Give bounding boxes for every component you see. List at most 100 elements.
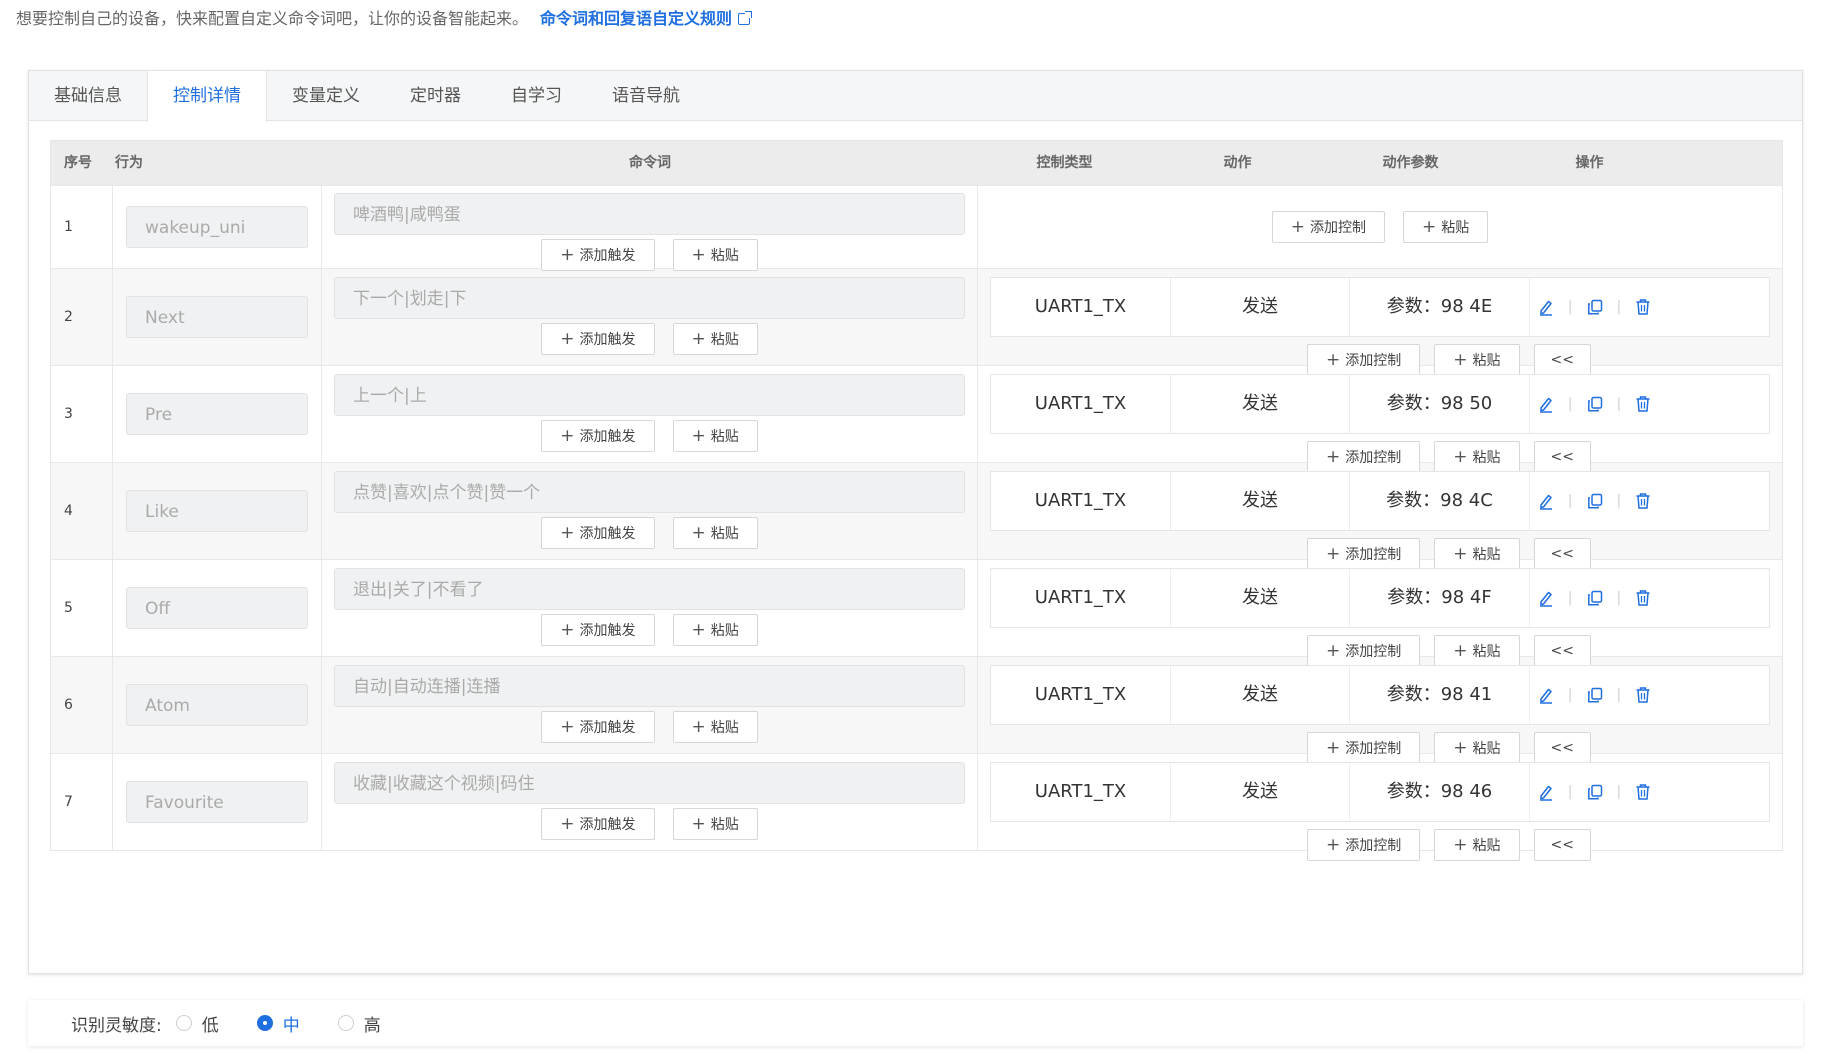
delete-icon[interactable] bbox=[1634, 395, 1652, 413]
edit-icon[interactable] bbox=[1537, 298, 1555, 316]
add-trigger-button-label: 添加触发 bbox=[579, 332, 636, 348]
copy-icon[interactable] bbox=[1586, 492, 1604, 510]
command-input[interactable]: 退出|关了|不看了 bbox=[334, 568, 965, 610]
add-trigger-button[interactable]: + 添加触发 bbox=[541, 420, 655, 452]
copy-icon[interactable] bbox=[1586, 589, 1604, 607]
command-input[interactable]: 点赞|喜欢|点个赞|赞一个 bbox=[334, 471, 965, 513]
collapse-button[interactable]: << bbox=[1533, 829, 1591, 861]
delete-icon[interactable] bbox=[1634, 492, 1652, 510]
table-row: 4 Like 点赞|喜欢|点个赞|赞一个 + 添加触发 + 粘贴 UART1_TX 发送 参数：9… bbox=[51, 462, 1782, 570]
plus-icon: + bbox=[691, 523, 706, 543]
add-control-button[interactable]: + 添加控制 bbox=[1307, 829, 1421, 861]
sensitivity-bar: 识别灵敏度: 低 中 高 bbox=[28, 1000, 1803, 1046]
plus-icon: + bbox=[691, 620, 706, 640]
intro-message: 想要控制自己的设备，快来配置自定义命令词吧，让你的设备智能起来。 bbox=[16, 9, 529, 28]
paste-button-label: 粘贴 bbox=[710, 623, 739, 639]
paste-control-button[interactable]: + 粘贴 bbox=[1434, 829, 1520, 861]
command-cell: 下一个|划走|下 + 添加触发 + 粘贴 bbox=[322, 269, 978, 365]
command-input[interactable]: 下一个|划走|下 bbox=[334, 277, 965, 319]
command-input[interactable]: 啤酒鸭|咸鸭蛋 bbox=[334, 193, 965, 235]
add-control-button[interactable]: + 添加控制 bbox=[1271, 211, 1385, 243]
sensitivity-option-2[interactable]: 高 bbox=[337, 1011, 381, 1036]
rules-link[interactable]: 命令词和回复语自定义规则 bbox=[540, 9, 753, 28]
paste-button[interactable]: + 粘贴 bbox=[672, 517, 758, 549]
add-trigger-button[interactable]: + 添加触发 bbox=[541, 711, 655, 743]
control-cell: UART1_TX 发送 参数：98 50 | | + 添加控制 + 粘贴 << bbox=[978, 366, 1782, 473]
sensitivity-option-label: 中 bbox=[282, 1015, 300, 1036]
add-trigger-button[interactable]: + 添加触发 bbox=[541, 239, 655, 271]
paste-button[interactable]: + 粘贴 bbox=[672, 420, 758, 452]
header-ctrl-type: 控制类型 bbox=[1036, 155, 1093, 171]
paste-button[interactable]: + 粘贴 bbox=[672, 239, 758, 271]
separator: | bbox=[1567, 493, 1573, 509]
tab-bar: 基础信息 控制详情 变量定义 定时器 自学习 语音导航 bbox=[29, 71, 1802, 122]
add-trigger-button[interactable]: + 添加触发 bbox=[541, 517, 655, 549]
radio-circle bbox=[175, 1015, 192, 1031]
copy-icon[interactable] bbox=[1586, 783, 1604, 801]
plus-icon: + bbox=[560, 245, 575, 265]
edit-icon[interactable] bbox=[1537, 492, 1555, 510]
command-buttons: + 添加触发 + 粘贴 bbox=[334, 808, 965, 840]
edit-icon[interactable] bbox=[1537, 686, 1555, 704]
plus-icon: + bbox=[691, 426, 706, 446]
command-buttons: + 添加触发 + 粘贴 bbox=[334, 517, 965, 549]
row-number: 2 bbox=[51, 269, 113, 365]
add-trigger-button-label: 添加触发 bbox=[579, 817, 636, 833]
command-buttons: + 添加触发 + 粘贴 bbox=[334, 614, 965, 646]
paste-control-button-label: 粘贴 bbox=[1441, 220, 1470, 236]
tab-2[interactable]: 变量定义 bbox=[267, 71, 385, 121]
table-row: 5 Off 退出|关了|不看了 + 添加触发 + 粘贴 UART1_TX 发送 参数：98 4F |… bbox=[51, 559, 1782, 667]
table-row: 3 Pre 上一个|上 + 添加触发 + 粘贴 UART1_TX 发送 参数：98 50 | | + 添加… bbox=[51, 365, 1782, 473]
paste-button[interactable]: + 粘贴 bbox=[672, 711, 758, 743]
command-cell: 啤酒鸭|咸鸭蛋 + 添加触发 + 粘贴 bbox=[322, 186, 978, 271]
command-input[interactable]: 自动|自动连播|连播 bbox=[334, 665, 965, 707]
tab-0[interactable]: 基础信息 bbox=[29, 71, 147, 121]
tab-4[interactable]: 自学习 bbox=[486, 71, 587, 121]
radio-circle bbox=[256, 1015, 273, 1031]
command-input[interactable]: 收藏|收藏这个视频|码住 bbox=[334, 762, 965, 804]
action-input[interactable]: wakeup_uni bbox=[126, 206, 308, 248]
command-input[interactable]: 上一个|上 bbox=[334, 374, 965, 416]
edit-icon[interactable] bbox=[1537, 395, 1555, 413]
add-trigger-button[interactable]: + 添加触发 bbox=[541, 614, 655, 646]
header-action: 行为 bbox=[115, 155, 143, 171]
row-operations: | | bbox=[1530, 569, 1659, 627]
copy-icon[interactable] bbox=[1586, 686, 1604, 704]
action-input[interactable]: Off bbox=[126, 587, 308, 629]
delete-icon[interactable] bbox=[1634, 783, 1652, 801]
plus-icon: + bbox=[560, 329, 575, 349]
header-command: 命令词 bbox=[629, 155, 671, 171]
sensitivity-option-0[interactable]: 低 bbox=[175, 1011, 219, 1036]
collapse-button-label: << bbox=[1550, 837, 1574, 853]
tab-3[interactable]: 定时器 bbox=[385, 71, 486, 121]
tab-1[interactable]: 控制详情 bbox=[147, 71, 267, 122]
action-input[interactable]: Atom bbox=[126, 684, 308, 726]
control-cell: UART1_TX 发送 参数：98 4E | | + 添加控制 + 粘贴 << bbox=[978, 269, 1782, 376]
paste-button[interactable]: + 粘贴 bbox=[672, 323, 758, 355]
control-entry: UART1_TX 发送 参数：98 50 | | bbox=[990, 374, 1770, 434]
action-cell: Like bbox=[113, 463, 322, 559]
add-trigger-button-label: 添加触发 bbox=[579, 623, 636, 639]
paste-button[interactable]: + 粘贴 bbox=[672, 614, 758, 646]
tab-5[interactable]: 语音导航 bbox=[587, 71, 705, 121]
paste-button[interactable]: + 粘贴 bbox=[672, 808, 758, 840]
row-number: 1 bbox=[51, 186, 113, 268]
copy-icon[interactable] bbox=[1586, 298, 1604, 316]
action-input[interactable]: Like bbox=[126, 490, 308, 532]
plus-icon: + bbox=[560, 523, 575, 543]
add-trigger-button[interactable]: + 添加触发 bbox=[541, 808, 655, 840]
delete-icon[interactable] bbox=[1634, 298, 1652, 316]
delete-icon[interactable] bbox=[1634, 686, 1652, 704]
add-trigger-button[interactable]: + 添加触发 bbox=[541, 323, 655, 355]
paste-control-button[interactable]: + 粘贴 bbox=[1403, 211, 1489, 243]
action-input[interactable]: Next bbox=[126, 296, 308, 338]
add-control-button-label: 添加控制 bbox=[1345, 838, 1402, 854]
edit-icon[interactable] bbox=[1537, 589, 1555, 607]
row-number: 7 bbox=[51, 754, 113, 850]
delete-icon[interactable] bbox=[1634, 589, 1652, 607]
action-input[interactable]: Pre bbox=[126, 393, 308, 435]
edit-icon[interactable] bbox=[1537, 783, 1555, 801]
action-input[interactable]: Favourite bbox=[126, 781, 308, 823]
copy-icon[interactable] bbox=[1586, 395, 1604, 413]
sensitivity-option-1[interactable]: 中 bbox=[256, 1011, 300, 1036]
